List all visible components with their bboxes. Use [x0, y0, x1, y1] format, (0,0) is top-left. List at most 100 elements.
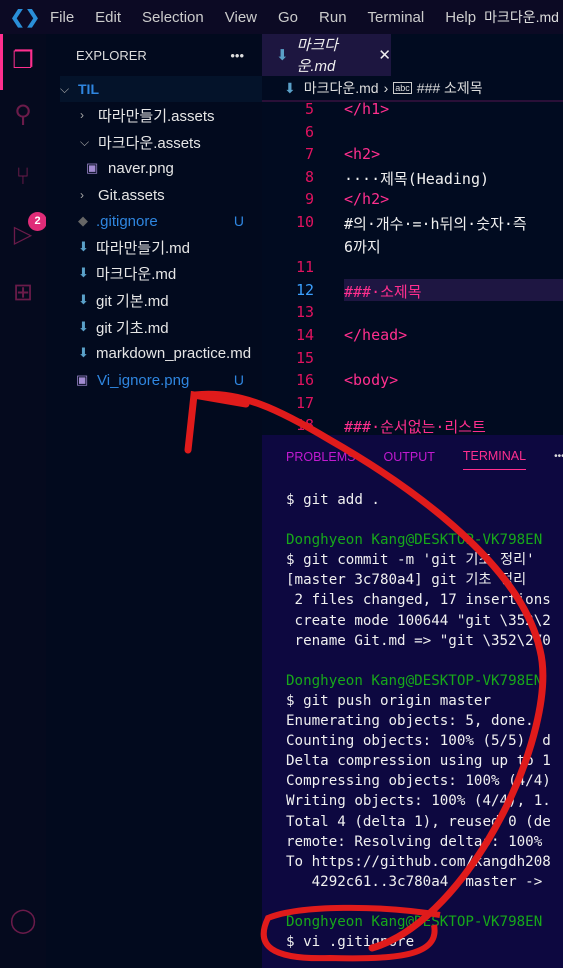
menu-help[interactable]: Help [445, 9, 476, 26]
terminal-line: $ vi .gitignore [286, 934, 415, 951]
tab-output[interactable]: OUTPUT [383, 444, 434, 470]
terminal-line: create mode 100644 "git \352\2 [286, 612, 551, 629]
menu-terminal[interactable]: Terminal [368, 9, 425, 26]
line-number: 13 [295, 303, 314, 322]
menu-go[interactable]: Go [278, 9, 298, 26]
search-icon[interactable]: ⚲ [8, 100, 38, 130]
tree-item[interactable]: › Git.assets [80, 182, 282, 208]
line-number: 15 [295, 348, 314, 367]
terminal-line: Donghyeon Kang@DESKTOP-VK798EN [286, 913, 543, 930]
code-line: 6까지 [344, 237, 381, 256]
line-number: 6 [304, 122, 314, 141]
markdown-icon: ⬇ [78, 265, 89, 280]
tab-markdown[interactable]: ⬇ 마크다운.md ✕ [262, 34, 391, 76]
activity-bar: ❐ ⚲ ⑂ 2 ▷ ⊞ ◯ [0, 34, 47, 968]
untracked-badge: U [233, 372, 244, 388]
editor-tab-bar: ⬇ 마크다운.md ✕ [262, 34, 563, 76]
terminal-line: Delta compression using up to 1 [286, 753, 551, 770]
line-number: 10 [295, 213, 314, 231]
code-line: <h2> [344, 145, 381, 164]
chevron-down-icon: ⌵ [60, 81, 70, 96]
markdown-icon: ⬇ [78, 292, 89, 307]
tree-item[interactable]: ▣ naver.png [86, 155, 288, 181]
code-line: ###·순서없는·리스트 [344, 418, 486, 435]
markdown-icon: ⬇ [78, 345, 89, 360]
markdown-icon: ⬇ [78, 319, 89, 334]
line-number: 16 [295, 371, 314, 390]
breadcrumb-symbol[interactable]: ### 소제목 [417, 78, 483, 98]
menu-file[interactable]: File [50, 9, 74, 26]
code-line: <body> [344, 371, 399, 390]
image-file-icon: ▣ [76, 372, 89, 387]
terminal-line: To https://github.com/kangdh208 [286, 853, 551, 870]
terminal-line: [master 3c780a4] git 기초 정리 [286, 572, 527, 589]
tree-item[interactable]: ⬇ git 기초.md [78, 314, 280, 340]
tree-item[interactable]: ◆ .gitignore U [78, 208, 262, 234]
run-debug-icon[interactable]: ▷ [8, 220, 38, 250]
chevron-right-icon: › [80, 108, 84, 122]
menu-edit[interactable]: Edit [95, 9, 121, 26]
untracked-badge: U [233, 213, 244, 229]
menu-run[interactable]: Run [319, 9, 347, 26]
window-title: 마크다운.md [484, 9, 559, 25]
more-actions-button[interactable]: ••• [230, 48, 244, 63]
string-symbol-icon: abc [393, 82, 412, 94]
code-editor[interactable]: 5 </h1> 6 7 <h2> 8 ····제목(Heading) 9 </h2> 10 #의·개… [262, 96, 563, 435]
chevron-right-icon: › [80, 188, 84, 202]
terminal-line: Writing objects: 100% (4/4), 1. [286, 793, 551, 810]
menu-view[interactable]: View [225, 9, 257, 26]
terminal-output[interactable]: $ git add . Donghyeon Kang@DESKTOP-VK798E… [286, 490, 551, 952]
breadcrumb-file[interactable]: 마크다운.md [304, 78, 379, 98]
vscode-logo-icon: ❮❯ [9, 6, 41, 27]
chevron-down-icon: ⌵ [80, 134, 90, 149]
extensions-icon[interactable]: ⊞ [8, 278, 38, 308]
line-number: 17 [295, 393, 314, 412]
terminal-line: rename Git.md => "git \352\270 [286, 632, 551, 649]
source-control-icon[interactable]: ⑂ [8, 162, 38, 192]
terminal-line: $ git commit -m 'git 기초 정리' [286, 552, 535, 569]
code-line: </h1> [344, 100, 390, 118]
line-number: 9 [304, 190, 314, 209]
tab-terminal[interactable]: TERMINAL [462, 443, 527, 470]
chevron-right-icon: › [383, 80, 389, 96]
line-number: 18 [295, 416, 314, 435]
tree-item[interactable]: ⬇ 따라만들기.md [78, 234, 280, 260]
git-file-icon: ◆ [78, 213, 88, 228]
line-number: 12 [295, 280, 314, 299]
line-number: 11 [295, 258, 314, 277]
folder-root-til[interactable]: ⌵ TIL [60, 76, 262, 102]
terminal-line: Enumerating objects: 5, done. [286, 713, 534, 730]
tab-problems[interactable]: PROBLEMS [286, 444, 355, 470]
line-number: 14 [295, 326, 314, 344]
tree-item[interactable]: ⬇ markdown_practice.md [78, 340, 280, 366]
tree-item[interactable]: ⬇ 마크다운.md [78, 260, 280, 286]
terminal-line: $ git push origin master [286, 692, 491, 709]
tree-item[interactable]: ▣ Vi_ignore.png U [76, 367, 262, 393]
line-number: 8 [304, 167, 314, 186]
terminal-line: remote: Resolving deltas: 100% [286, 833, 543, 850]
markdown-icon: ⬇ [276, 47, 289, 64]
close-icon[interactable]: ✕ [378, 46, 391, 64]
terminal-line: Compressing objects: 100% (4/4) [286, 773, 551, 790]
line-number: 5 [304, 100, 314, 118]
markdown-icon: ⬇ [78, 239, 89, 254]
terminal-line: Donghyeon Kang@DESKTOP-VK798EN [286, 672, 543, 689]
tree-item[interactable]: ⬇ git 기본.md [78, 287, 280, 313]
code-line: </h2> [344, 190, 390, 209]
account-icon[interactable]: ◯ [8, 906, 38, 936]
code-line: #의·개수·=·h뒤의·숫자·즉 [344, 215, 527, 233]
explorer-title: EXPLORER [76, 47, 147, 63]
tree-item[interactable]: ⌵ 마크다운.assets [80, 129, 282, 155]
terminal-line: Total 4 (delta 1), reused 0 (de [286, 813, 551, 830]
explorer-files-icon[interactable]: ❐ [8, 46, 38, 76]
more-actions-button[interactable]: ••• [554, 451, 563, 462]
code-line: </head> [344, 326, 408, 344]
markdown-icon: ⬇ [284, 79, 296, 96]
code-line: ····제목(Heading) [344, 169, 490, 188]
terminal-line: 2 files changed, 17 insertions [286, 592, 551, 609]
menu-selection[interactable]: Selection [142, 9, 204, 26]
tree-item[interactable]: › 따라만들기.assets [80, 102, 282, 128]
